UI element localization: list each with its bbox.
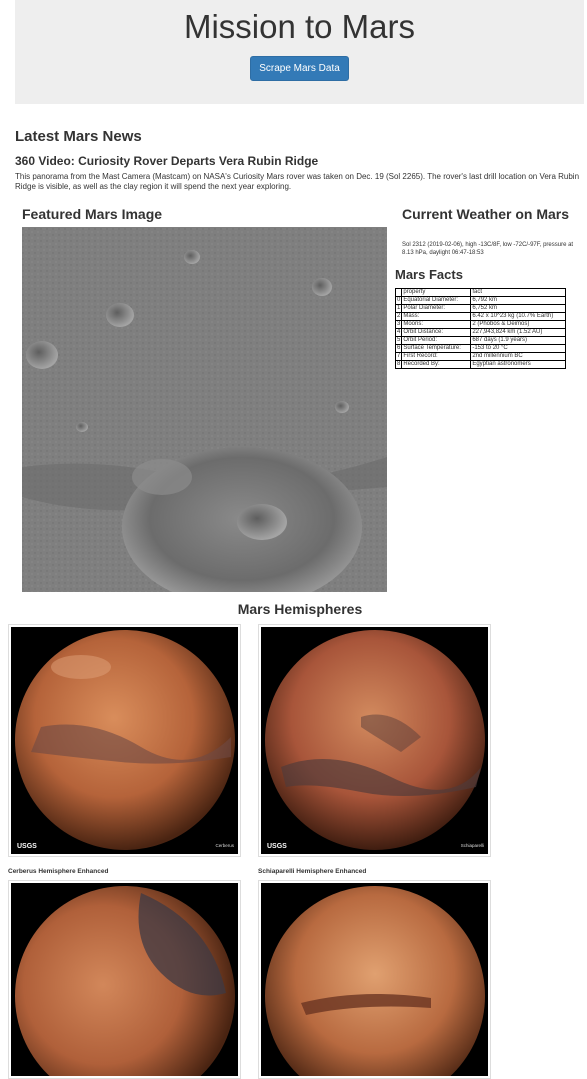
table-row: 7 First Record: 2nd millennium BC	[394, 352, 566, 361]
row-property: Polar Diameter:	[401, 304, 472, 313]
row-fact: 6,792 km	[470, 296, 566, 305]
hemisphere-image-frame	[261, 883, 488, 1076]
row-fact: 227,943,824 km (1.52 AU)	[470, 328, 566, 337]
usgs-logo: USGS	[267, 843, 287, 850]
usgs-logo: USGS	[17, 843, 37, 850]
hemisphere-thumbnail-schiaparelli[interactable]: USGS Schiaparelli	[258, 624, 491, 857]
hemisphere-thumbnail-syrtis[interactable]	[8, 880, 241, 1079]
mars-globe-icon	[15, 630, 235, 850]
mars-globe-icon	[15, 886, 235, 1076]
jumbotron-header: Mission to Mars Scrape Mars Data	[15, 0, 584, 104]
mars-facts-table: property fact 0 Equatorial Diameter: 6,792…	[394, 288, 566, 369]
hemisphere-caption-cerberus[interactable]: Cerberus Hemisphere Enhanced	[8, 868, 108, 875]
table-row: 6 Surface Temperature: -153 to 20 °C	[394, 344, 566, 353]
news-heading: Latest Mars News	[15, 128, 142, 145]
row-fact: Egyptian astronomers	[470, 360, 566, 369]
table-row: 2 Mass: 6.42 x 10^23 kg (10.7% Earth)	[394, 312, 566, 321]
table-row: 4 Orbit Distance: 227,943,824 km (1.52 AU)	[394, 328, 566, 337]
row-property: Equatorial Diameter:	[401, 296, 472, 305]
row-property: Orbit Period:	[401, 336, 472, 345]
weather-text: Sol 2312 (2019-02-06), high -13C/8F, low…	[402, 242, 574, 256]
row-property: Surface Temperature:	[401, 344, 472, 353]
table-row: 8 Recorded By: Egyptian astronomers	[394, 360, 566, 369]
weather-heading: Current Weather on Mars	[402, 206, 569, 222]
featured-mars-image	[22, 227, 387, 592]
hemisphere-image-frame: USGS Cerberus	[11, 627, 238, 854]
table-row: 0 Equatorial Diameter: 6,792 km	[394, 296, 566, 305]
hemisphere-caption-schiaparelli[interactable]: Schiaparelli Hemisphere Enhanced	[258, 868, 366, 875]
row-fact: 687 days (1.9 years)	[470, 336, 566, 345]
row-fact: 2 (Phobos & Deimos)	[470, 320, 566, 329]
row-fact: 6,752 km	[470, 304, 566, 313]
crater-terrain-graphic	[22, 227, 387, 592]
facts-heading: Mars Facts	[395, 267, 463, 282]
news-title: 360 Video: Curiosity Rover Departs Vera …	[15, 154, 319, 168]
row-property: Moons:	[401, 320, 472, 329]
row-fact: -153 to 20 °C	[470, 344, 566, 353]
facts-header-fact: fact	[470, 288, 566, 297]
table-row: 3 Moons: 2 (Phobos & Deimos)	[394, 320, 566, 329]
row-property: First Record:	[401, 352, 472, 361]
hemisphere-corner-label: Schiaparelli	[460, 843, 484, 848]
scrape-button[interactable]: Scrape Mars Data	[250, 56, 349, 81]
news-paragraph: This panorama from the Mast Camera (Mast…	[15, 172, 580, 191]
table-row: 1 Polar Diameter: 6,752 km	[394, 304, 566, 313]
table-row: 5 Orbit Period: 687 days (1.9 years)	[394, 336, 566, 345]
hemisphere-corner-label: Cerberus	[215, 843, 234, 848]
facts-header-property: property	[401, 288, 472, 297]
mars-globe-icon	[265, 886, 485, 1076]
row-property: Mass:	[401, 312, 472, 321]
hemisphere-thumbnail-valles-marineris[interactable]	[258, 880, 491, 1079]
facts-header-row: property fact	[394, 288, 566, 297]
hemisphere-image-frame	[11, 883, 238, 1076]
mars-globe-icon	[265, 630, 485, 850]
row-property: Orbit Distance:	[401, 328, 472, 337]
row-fact: 6.42 x 10^23 kg (10.7% Earth)	[470, 312, 566, 321]
page-title: Mission to Mars	[183, 8, 416, 45]
row-property: Recorded By:	[401, 360, 472, 369]
featured-image-heading: Featured Mars Image	[22, 206, 163, 222]
hemisphere-thumbnail-cerberus[interactable]: USGS Cerberus	[8, 624, 241, 857]
hemispheres-heading: Mars Hemispheres	[237, 601, 363, 617]
hemisphere-image-frame: USGS Schiaparelli	[261, 627, 488, 854]
row-fact: 2nd millennium BC	[470, 352, 566, 361]
